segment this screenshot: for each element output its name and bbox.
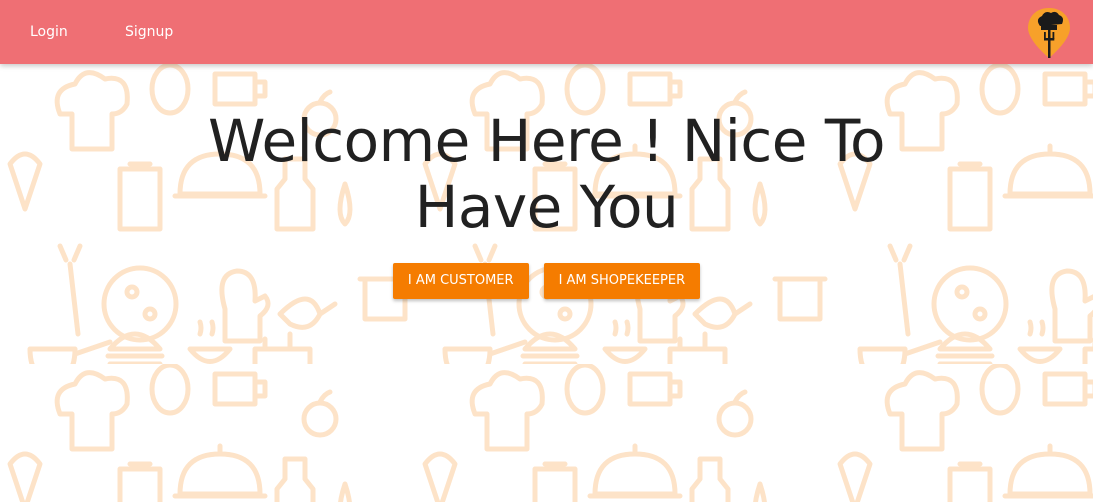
shopkeeper-button[interactable]: I AM SHOPEKEEPER (543, 263, 701, 299)
chef-hat-fork-pin-icon[interactable] (1026, 6, 1072, 60)
login-link[interactable]: Login (30, 22, 68, 42)
top-navbar: Login Signup (0, 0, 1093, 64)
food-doodle-background (0, 64, 1093, 502)
role-button-group: I AM CUSTOMER I AM SHOPEKEEPER (0, 263, 1093, 299)
signup-link[interactable]: Signup (125, 22, 173, 42)
customer-button[interactable]: I AM CUSTOMER (392, 263, 529, 299)
hero-section: Welcome Here ! Nice To Have You (0, 108, 1093, 240)
welcome-heading: Welcome Here ! Nice To Have You (208, 107, 886, 241)
